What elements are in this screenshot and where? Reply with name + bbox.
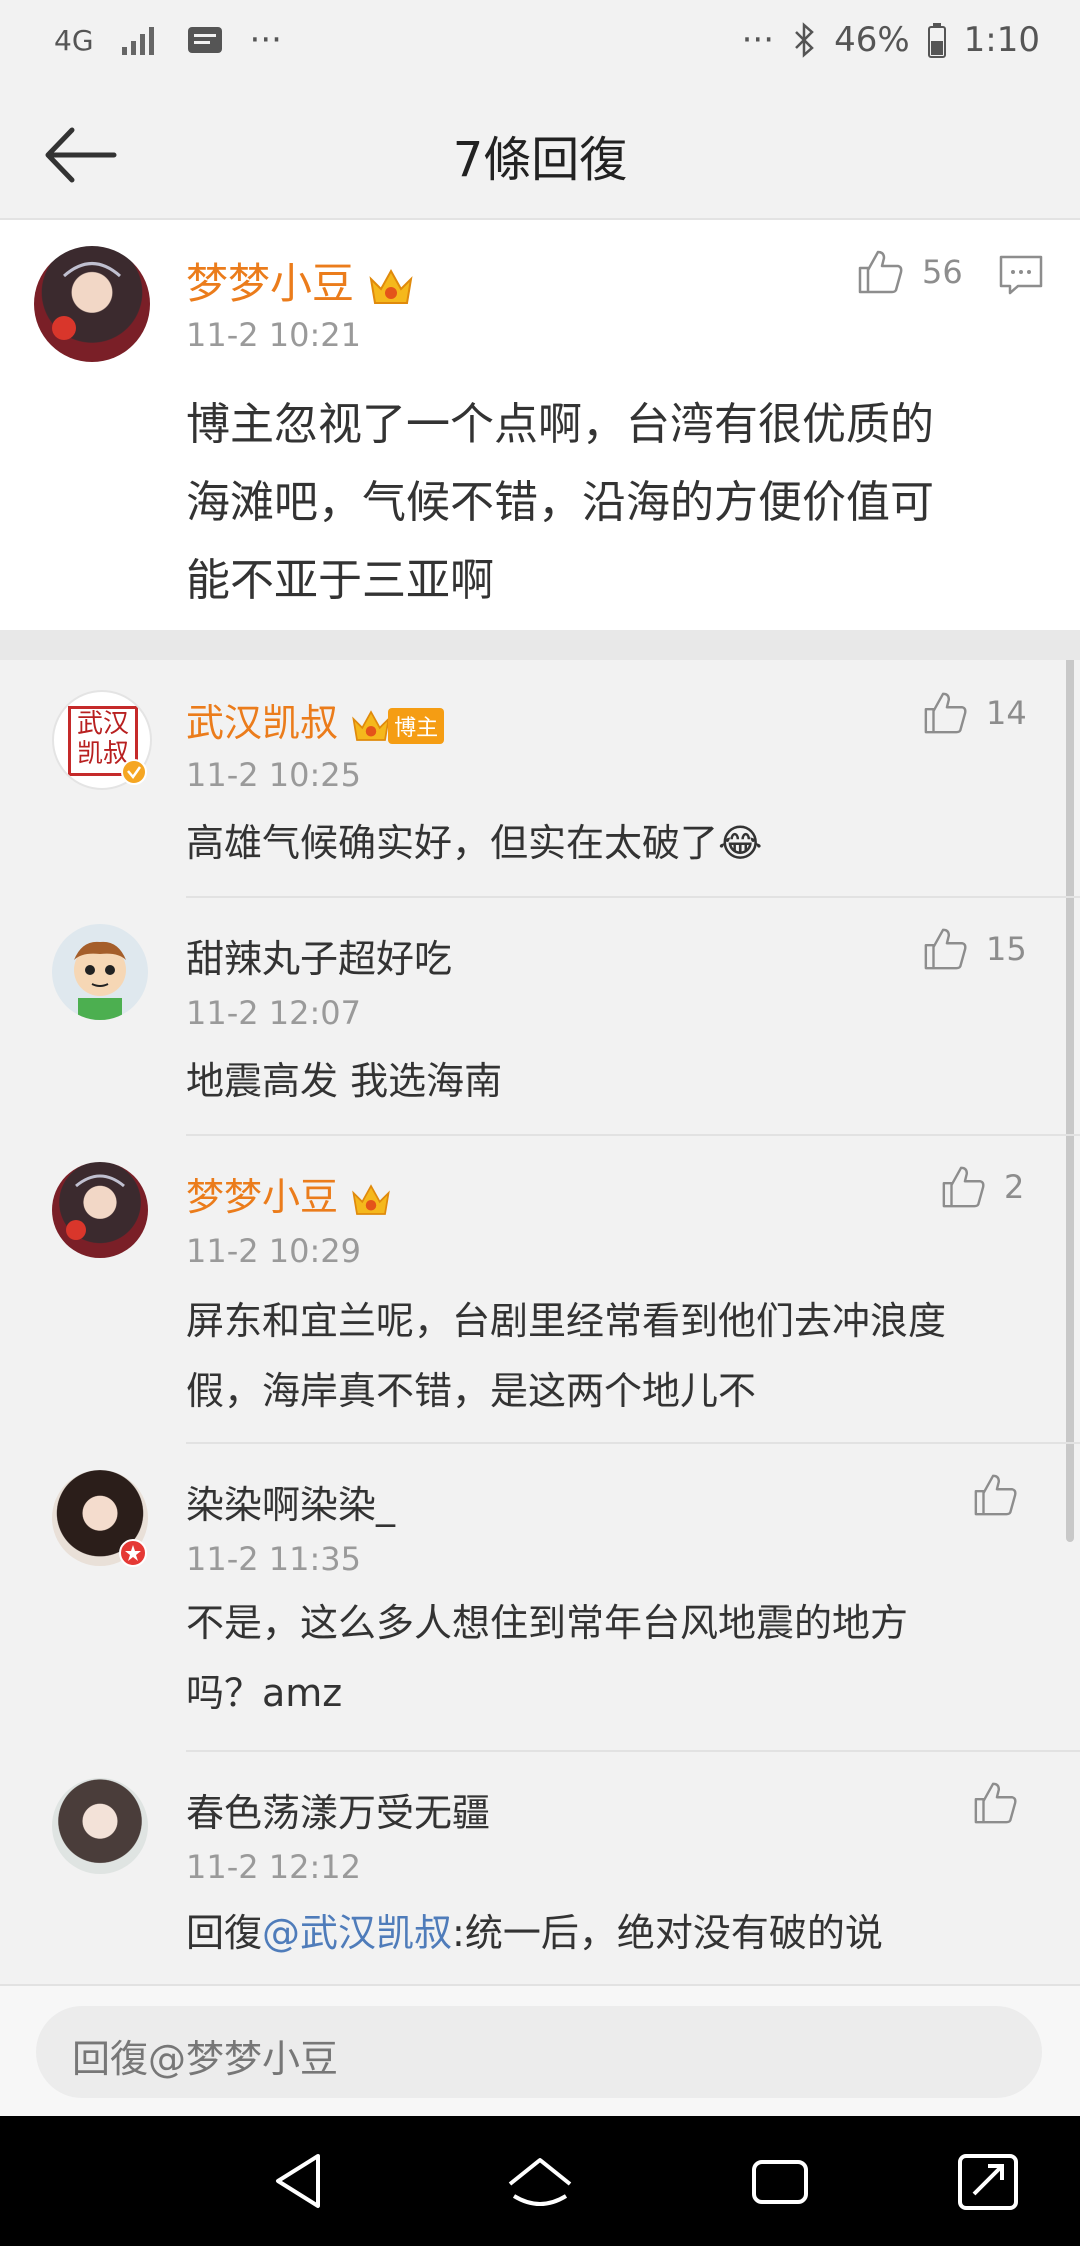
comment-icon[interactable] — [998, 254, 1044, 296]
navigation-bar — [0, 2116, 1080, 2246]
comment-text: 高雄气候确实好，但实在太破了😂 — [186, 821, 763, 865]
bluetooth-icon — [795, 22, 814, 58]
message-icon — [187, 27, 222, 53]
comment-text: 屏东和宜兰呢，台剧里经常看到他们去冲浪度 假，海岸真不错，是这两个地儿不 — [186, 1299, 947, 1413]
comment-text: 回復@武汉凯叔:统一后，绝对没有破的说 — [186, 1911, 883, 1955]
clock: 1:10 — [963, 20, 1040, 60]
status-bar: 4G ··· ··· 46% 1:10 — [0, 0, 1080, 90]
comment-time: 11-2 12:07 — [186, 994, 362, 1032]
like-button[interactable]: 56 — [856, 248, 963, 296]
like-button[interactable] — [972, 1472, 1036, 1518]
thumbs-up-icon — [858, 250, 903, 294]
avatar[interactable] — [34, 246, 150, 362]
like-button[interactable]: 14 — [922, 690, 1027, 736]
comment-time: 11-2 10:29 — [186, 1232, 362, 1270]
comment-text: 博主忽视了一个点啊，台湾有很优质的 海滩吧，气候不错，沿海的方便价值可 能不亚于… — [186, 399, 934, 606]
thumbs-up-icon — [924, 928, 967, 970]
like-count: 14 — [986, 694, 1027, 732]
commenter-name[interactable]: 春色荡漾万受无疆 — [186, 1782, 490, 1837]
divider — [186, 896, 1080, 898]
like-count: 15 — [986, 930, 1027, 968]
like-count: 56 — [922, 253, 963, 291]
avatar[interactable] — [52, 924, 148, 1020]
thumbs-up-icon — [942, 1166, 985, 1208]
avatar[interactable] — [52, 1162, 148, 1258]
network-label: 4G — [54, 23, 94, 57]
nav-back-icon[interactable] — [260, 2144, 340, 2218]
more-status-icon: ··· — [741, 20, 775, 60]
thumbs-up-icon — [974, 1474, 1017, 1516]
vip-crown-icon — [352, 1183, 390, 1215]
battery-icon — [927, 23, 946, 58]
comment-time: 11-2 12:12 — [186, 1848, 362, 1886]
like-count: 2 — [1004, 1168, 1025, 1206]
signal-icon — [121, 27, 154, 55]
like-button[interactable] — [972, 1780, 1036, 1826]
vip-crown-icon — [369, 268, 413, 304]
comment-text: 地震高发 我选海南 — [186, 1059, 503, 1103]
avatar[interactable] — [52, 1778, 148, 1874]
section-divider — [0, 630, 1080, 660]
commenter-name[interactable]: 甜辣丸子超好吃 — [186, 928, 452, 983]
comment-thread: 梦梦小豆 11-2 10:21 56 博主忽视了一个点啊，台湾有很优质的 海滩吧… — [0, 220, 1080, 1984]
vip-crown-icon — [352, 709, 390, 741]
divider — [186, 1134, 1080, 1136]
comment-time: 11-2 10:25 — [186, 756, 362, 794]
header: 7條回復 — [0, 90, 1080, 220]
reply-input[interactable]: 回復@梦梦小豆 — [36, 2006, 1042, 2098]
main-comment: 梦梦小豆 11-2 10:21 56 博主忽视了一个点啊，台湾有很优质的 海滩吧… — [0, 220, 1080, 630]
blogger-badge: 博主 — [388, 707, 445, 744]
comment-text: 不是，这么多人想住到常年台风地震的地方 吗？amz — [186, 1601, 909, 1715]
verified-badge-icon — [121, 759, 147, 785]
like-button[interactable]: 2 — [940, 1164, 1024, 1210]
divider — [186, 1442, 1080, 1444]
reply-bar: 回復@梦梦小豆 — [0, 1984, 1080, 2118]
comment-time: 11-2 11:35 — [186, 1540, 362, 1578]
mention-link[interactable]: @武汉凯叔 — [262, 1911, 452, 1955]
nav-recents-icon[interactable] — [740, 2144, 820, 2218]
comment-time: 11-2 10:21 — [186, 316, 362, 354]
verified-badge-icon — [119, 1539, 147, 1567]
like-button[interactable]: 15 — [922, 926, 1027, 972]
page-title: 7條回復 — [452, 132, 628, 188]
more-status-icon: ··· — [249, 20, 282, 60]
battery-percent: 46% — [834, 20, 910, 60]
commenter-name[interactable]: 染染啊染染_ — [186, 1474, 395, 1529]
thumbs-up-icon — [974, 1782, 1017, 1824]
nav-home-icon[interactable] — [500, 2144, 580, 2218]
commenter-name[interactable]: 武汉凯叔 博主 — [186, 692, 445, 747]
thumbs-up-icon — [924, 692, 967, 734]
commenter-name[interactable]: 梦梦小豆 — [186, 1166, 392, 1221]
commenter-name[interactable]: 梦梦小豆 — [186, 250, 415, 311]
divider — [186, 1750, 1080, 1752]
expand-icon[interactable] — [948, 2144, 1028, 2218]
